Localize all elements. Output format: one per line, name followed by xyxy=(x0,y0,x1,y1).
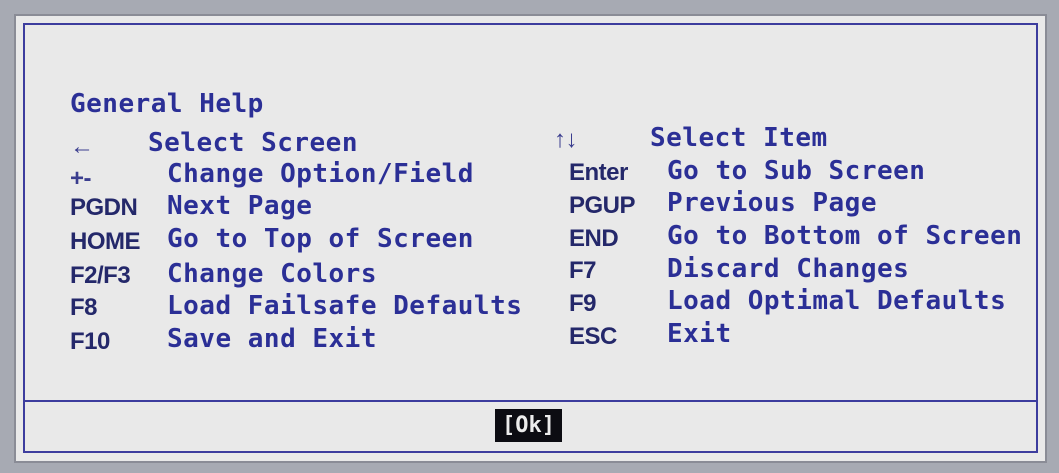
f9-key: F9 xyxy=(569,290,597,317)
help-action-select-screen: Select Screen xyxy=(148,128,358,158)
help-action-load-optimal: Load Optimal Defaults xyxy=(667,286,1007,316)
pgdn-key: PGDN xyxy=(70,194,138,221)
f7-key: F7 xyxy=(569,257,597,284)
pgup-key: PGUP xyxy=(569,192,636,219)
help-action-select-item: Select Item xyxy=(650,123,828,153)
help-action-bottom-of-screen: Go to Bottom of Screen xyxy=(667,221,1023,251)
help-action-exit: Exit xyxy=(667,319,732,349)
help-action-discard-changes: Discard Changes xyxy=(667,254,910,284)
left-arrow-key: ← xyxy=(70,133,94,160)
plus-minus-key: +- xyxy=(70,165,92,192)
f2-f3-key: F2/F3 xyxy=(70,262,131,289)
f8-key: F8 xyxy=(70,294,98,321)
f10-key: F10 xyxy=(70,328,110,355)
dialog-divider xyxy=(25,400,1036,402)
esc-key: ESC xyxy=(569,323,617,350)
help-action-sub-screen: Go to Sub Screen xyxy=(667,156,926,186)
bios-screen: General Help ← Select Screen +- Change O… xyxy=(0,0,1059,473)
general-help-dialog: General Help ← Select Screen +- Change O… xyxy=(14,14,1047,463)
help-action-save-exit: Save and Exit xyxy=(167,324,377,354)
dialog-title: General Help xyxy=(70,89,264,119)
ok-button[interactable]: [Ok] xyxy=(495,409,562,442)
help-action-top-of-screen: Go to Top of Screen xyxy=(167,224,474,254)
help-action-load-failsafe: Load Failsafe Defaults xyxy=(167,291,523,321)
home-key: HOME xyxy=(70,228,141,255)
help-action-previous-page: Previous Page xyxy=(667,188,877,218)
help-action-next-page: Next Page xyxy=(167,191,313,221)
end-key: END xyxy=(569,225,619,252)
help-action-change-option: Change Option/Field xyxy=(167,159,474,189)
up-down-arrow-key: ↑↓ xyxy=(554,126,578,153)
dialog-frame: General Help ← Select Screen +- Change O… xyxy=(23,23,1038,453)
help-action-change-colors: Change Colors xyxy=(167,259,377,289)
enter-key: Enter xyxy=(569,159,628,186)
